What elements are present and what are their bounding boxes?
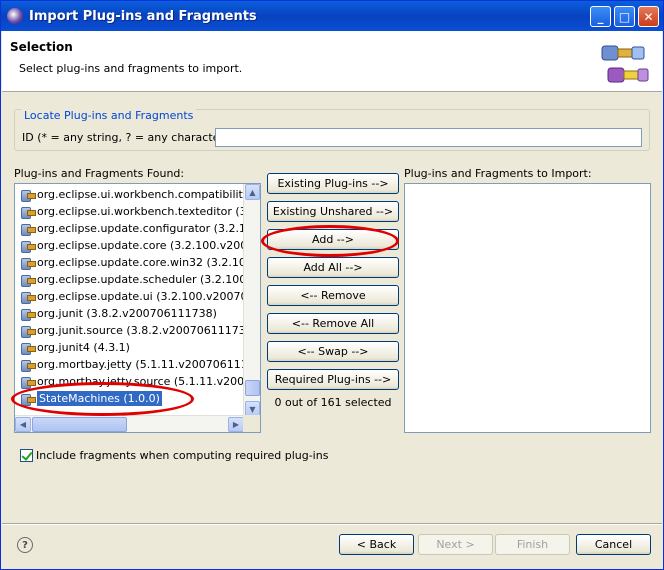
list-item[interactable]: org.eclipse.ui.workbench.compatibility (… [15, 186, 260, 203]
list-item[interactable]: org.mortbay.jetty.source (5.1.11.v200706 [15, 373, 260, 390]
list-item[interactable]: org.junit (3.8.2.v200706111738) [15, 305, 244, 322]
include-fragments-checkbox[interactable] [20, 449, 33, 462]
remove-all-button[interactable]: <-- Remove All [267, 313, 399, 334]
selection-count: 0 out of 161 selected [274, 396, 392, 409]
list-item[interactable]: org.eclipse.update.core.win32 (3.2.100.v [15, 254, 260, 271]
plugin-icon [19, 222, 36, 236]
maximize-button[interactable]: □ [614, 6, 635, 27]
vertical-scrollbar[interactable]: ▲ ▼ [243, 184, 260, 417]
back-button[interactable]: < Back [339, 534, 414, 555]
existing-plugins-button[interactable]: Existing Plug-ins --> [267, 173, 399, 194]
list-item-label: org.eclipse.ui.workbench.texteditor (3.3… [37, 205, 261, 218]
horizontal-scrollbar[interactable]: ◀ ▶ [15, 415, 244, 432]
wizard-header: Selection Select plug-ins and fragments … [2, 31, 662, 92]
close-button[interactable]: ✕ [638, 6, 659, 27]
plugin-icon [19, 341, 36, 355]
plugin-icon [19, 375, 36, 389]
list-item-label: org.mortbay.jetty (5.1.11.v20070611172 [37, 358, 261, 371]
list-item-label: org.eclipse.ui.workbench.compatibility (… [37, 188, 261, 201]
list-item[interactable]: org.junit4 (4.3.1) [15, 339, 244, 356]
import-plugins-list[interactable] [404, 183, 651, 433]
list-item-label: org.eclipse.update.core.win32 (3.2.100.v [37, 256, 261, 269]
swap-button[interactable]: <-- Swap --> [267, 341, 399, 362]
list-item-label: StateMachines (1.0.0) [37, 391, 162, 406]
help-icon[interactable]: ? [17, 537, 33, 553]
list-item-label: org.junit.source (3.8.2.v200706111738) [37, 324, 257, 337]
include-fragments-label: Include fragments when computing require… [36, 449, 329, 462]
list-item[interactable]: org.eclipse.update.configurator (3.2.100… [15, 220, 260, 237]
remove-button[interactable]: <-- Remove [267, 285, 399, 306]
scroll-right-arrow-icon[interactable]: ▶ [228, 417, 244, 432]
next-button[interactable]: Next > [418, 534, 493, 555]
title-bar: Import Plug-ins and Fragments _ □ ✕ [1, 1, 663, 31]
plugin-icon [19, 205, 36, 219]
plugin-banner-icon [601, 45, 649, 83]
plugin-icon [19, 324, 36, 338]
id-filter-input[interactable] [215, 128, 642, 147]
cancel-button[interactable]: Cancel [576, 534, 651, 555]
list-item-label: org.eclipse.update.configurator (3.2.100… [37, 222, 261, 235]
list-item-label: org.junit (3.8.2.v200706111738) [37, 307, 217, 320]
plugin-icon [19, 290, 36, 304]
scroll-left-arrow-icon[interactable]: ◀ [15, 417, 31, 432]
list-item[interactable]: org.junit.source (3.8.2.v200706111738) [15, 322, 257, 339]
list-item-label: org.mortbay.jetty.source (5.1.11.v200706 [37, 375, 261, 388]
list-item[interactable]: StateMachines (1.0.0) [15, 390, 244, 407]
found-list-label: Plug-ins and Fragments Found: [14, 167, 185, 180]
plugin-icon [19, 256, 36, 270]
add-button[interactable]: Add --> [267, 229, 399, 250]
add-all-button[interactable]: Add All --> [267, 257, 399, 278]
scroll-corner [243, 415, 260, 432]
page-title: Selection [10, 40, 73, 54]
plugin-icon [19, 273, 36, 287]
eclipse-icon [7, 8, 23, 24]
existing-unshared-button[interactable]: Existing Unshared --> [267, 201, 399, 222]
list-item[interactable]: org.eclipse.update.core (3.2.100.v200706 [15, 237, 260, 254]
plugin-icon [19, 392, 36, 406]
required-plugins-button[interactable]: Required Plug-ins --> [267, 369, 399, 390]
plugin-icon [19, 188, 36, 202]
list-item-label: org.eclipse.update.core (3.2.100.v200706 [37, 239, 261, 252]
window-title: Import Plug-ins and Fragments [29, 8, 257, 24]
vertical-scroll-thumb[interactable] [245, 380, 260, 396]
list-item[interactable]: org.eclipse.update.scheduler (3.2.100.v2… [15, 271, 260, 288]
list-item-label: org.junit4 (4.3.1) [37, 341, 130, 354]
plugin-icon [19, 358, 36, 372]
import-list-label: Plug-ins and Fragments to Import: [404, 167, 592, 180]
list-item-label: org.eclipse.update.scheduler (3.2.100.v2… [37, 273, 261, 286]
import-dialog: Import Plug-ins and Fragments _ □ ✕ Sele… [0, 0, 664, 570]
minimize-button[interactable]: _ [590, 6, 611, 27]
plugin-icon [19, 239, 36, 253]
list-item[interactable]: org.mortbay.jetty (5.1.11.v20070611172 [15, 356, 260, 373]
finish-button[interactable]: Finish [495, 534, 570, 555]
list-item[interactable]: org.eclipse.ui.workbench.texteditor (3.3… [15, 203, 260, 220]
horizontal-scroll-thumb[interactable] [32, 417, 127, 432]
found-plugins-rows: org.eclipse.ui.workbench.compatibility (… [15, 186, 260, 407]
scroll-up-arrow-icon[interactable]: ▲ [245, 184, 260, 200]
id-filter-label: ID (* = any string, ? = any character): [22, 131, 232, 144]
footer-divider [2, 523, 662, 525]
list-item-label: org.eclipse.update.ui (3.2.100.v20070615 [37, 290, 261, 303]
page-description: Select plug-ins and fragments to import. [19, 62, 243, 75]
plugin-icon [19, 307, 36, 321]
locate-group-label: Locate Plug-ins and Fragments [21, 109, 197, 122]
found-plugins-list[interactable]: org.eclipse.ui.workbench.compatibility (… [14, 183, 261, 433]
list-item[interactable]: org.eclipse.update.ui (3.2.100.v20070615 [15, 288, 260, 305]
